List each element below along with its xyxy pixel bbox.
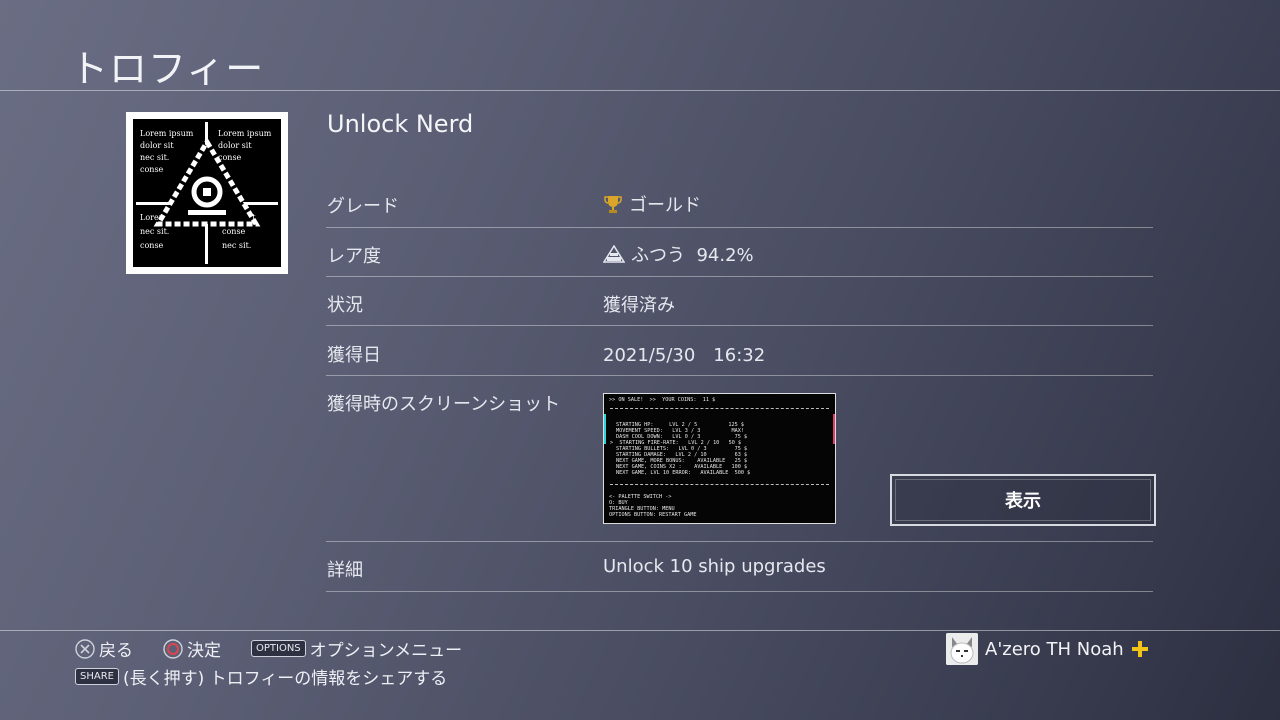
icon-text-3: nec sit. <box>140 153 169 162</box>
icon-text-6: dolor sit <box>218 141 252 150</box>
confirm-label[interactable]: 決定 <box>187 636 221 661</box>
icon-text-10: conse <box>140 241 164 250</box>
rarity-row: レア度 ふつう 94.2% <box>326 227 1153 277</box>
icon-text-1: Lorem ipsum <box>140 129 194 138</box>
status-row: 状況 獲得済み <box>326 276 1153 326</box>
thumb-bottom-4: OPTIONS BUTTON: RESTART GAME <box>609 512 697 518</box>
date-row: 獲得日 2021/5/30 16:32 <box>326 325 1153 376</box>
share-label[interactable]: (長く押す) トロフィーの情報をシェアする <box>123 664 447 689</box>
description-label: 詳細 <box>327 560 363 581</box>
options-label[interactable]: オプションメニュー <box>310 636 463 661</box>
back-label[interactable]: 戻る <box>99 636 133 661</box>
trophy-cup-icon <box>604 196 622 213</box>
rarity-label: レア度 <box>327 246 381 267</box>
trophy-image: Lorem ipsum dolor sit nec sit. conse Lor… <box>126 112 288 274</box>
icon-text-13: nec sit. <box>222 241 251 250</box>
date-value: 2021/5/30 16:32 <box>603 345 766 366</box>
grade-label: グレード <box>327 196 399 217</box>
thumb-edge-right <box>833 414 835 444</box>
description-value: Unlock 10 ship upgrades <box>603 556 826 577</box>
date-label: 獲得日 <box>327 345 381 366</box>
thumb-divider-1 <box>610 408 829 409</box>
footer-controls-row2: SHARE (長く押す) トロフィーの情報をシェアする <box>75 664 447 689</box>
status-label: 状況 <box>327 295 363 316</box>
page-title: トロフィー <box>70 47 265 91</box>
icon-text-2: dolor sit <box>140 141 174 150</box>
icon-text-4: conse <box>140 165 164 174</box>
view-button[interactable]: 表示 <box>890 474 1156 526</box>
description-row: 詳細 Unlock 10 ship upgrades <box>326 541 1153 592</box>
ps-plus-icon <box>1131 641 1148 657</box>
thumb-edge-left <box>604 414 606 444</box>
icon-text-12: conse <box>222 227 246 236</box>
rarity-pyramid-icon <box>603 245 625 263</box>
thumb-divider-2 <box>610 484 829 485</box>
status-value: 獲得済み <box>603 295 675 316</box>
footer-controls-row1: 戻る 決定 OPTIONS オプションメニュー <box>75 636 462 661</box>
share-key: SHARE <box>75 668 119 685</box>
user-name: A'zero TH Noah <box>985 638 1124 660</box>
avatar <box>946 633 978 665</box>
icon-text-9: nec sit. <box>140 227 169 236</box>
grade-value: ゴールド <box>629 195 701 216</box>
screenshot-label: 獲得時のスクリーンショット <box>327 394 561 415</box>
grade-row: グレード ゴールド <box>326 176 1153 228</box>
icon-text-7: conse <box>218 153 242 162</box>
thumb-line-9: NEXT GAME, LVL 10 ERROR: AVAILABLE 500 $ <box>616 470 751 476</box>
user-profile[interactable]: A'zero TH Noah <box>946 633 1149 665</box>
thumb-top-line: >> ON SALE! >> YOUR COINS: 11 $ <box>609 397 716 403</box>
circle-button-icon <box>163 638 183 659</box>
screenshot-thumbnail[interactable]: >> ON SALE! >> YOUR COINS: 11 $ STARTING… <box>603 393 836 524</box>
trophy-name: Unlock Nerd <box>327 110 474 138</box>
header-divider <box>0 90 1280 91</box>
footer-divider <box>0 630 1280 631</box>
icon-text-5: Lorem ipsum <box>218 129 272 138</box>
options-key: OPTIONS <box>251 640 306 657</box>
cross-button-icon <box>75 638 95 659</box>
rarity-value: ふつう 94.2% <box>631 245 754 266</box>
